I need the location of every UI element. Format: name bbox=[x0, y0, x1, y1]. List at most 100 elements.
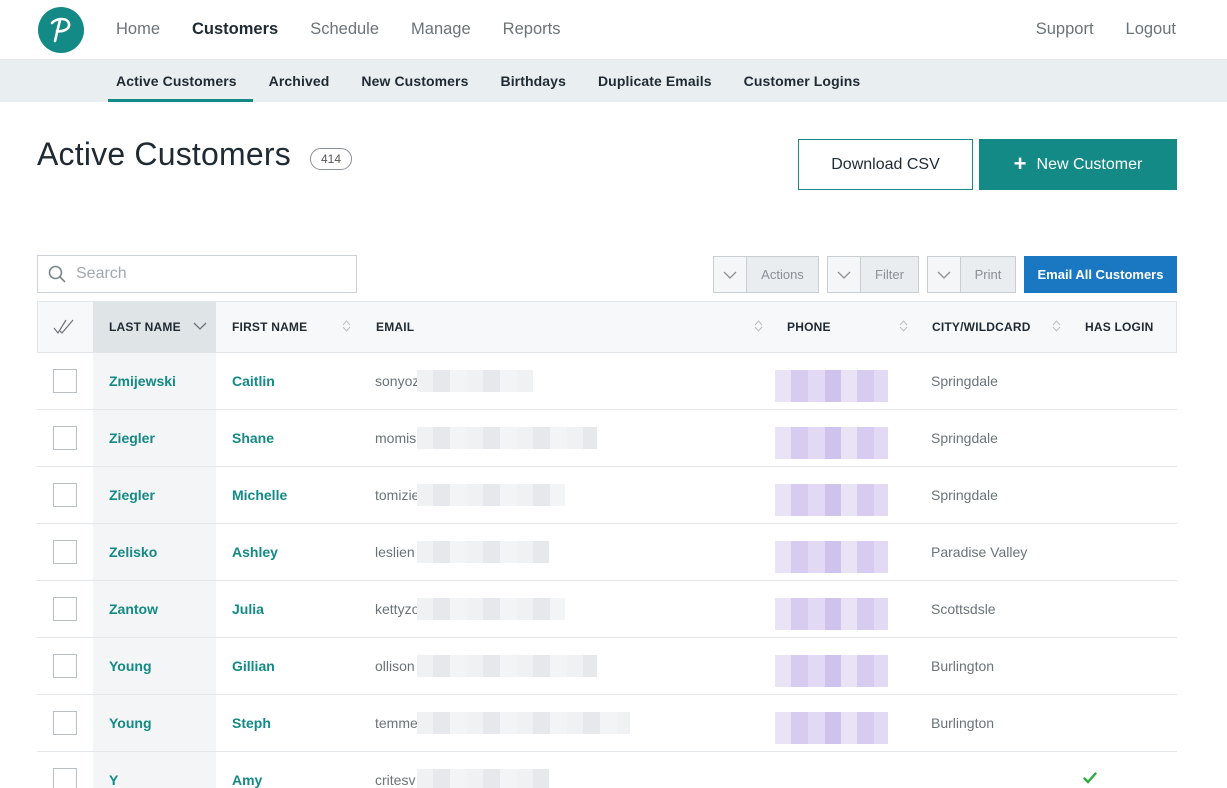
redacted-email bbox=[417, 712, 630, 734]
download-csv-button[interactable]: Download CSV bbox=[798, 139, 973, 190]
column-label: HAS LOGIN bbox=[1085, 320, 1154, 334]
search-icon bbox=[48, 265, 66, 283]
row-checkbox[interactable] bbox=[53, 711, 77, 735]
top-navigation: Home Customers Schedule Manage Reports S… bbox=[0, 0, 1227, 60]
first-name-link[interactable]: Ashley bbox=[232, 524, 278, 580]
sort-icon bbox=[1052, 320, 1061, 332]
email-cell: leslien bbox=[375, 544, 415, 560]
nav-support[interactable]: Support bbox=[1036, 20, 1094, 39]
nav-home[interactable]: Home bbox=[116, 20, 160, 39]
nav-schedule[interactable]: Schedule bbox=[310, 20, 379, 39]
column-header-phone[interactable]: PHONE bbox=[787, 302, 915, 352]
chevron-down-icon bbox=[928, 257, 961, 292]
nav-logout[interactable]: Logout bbox=[1126, 20, 1176, 39]
email-cell: tomizie bbox=[375, 487, 420, 503]
last-name-link[interactable]: Zelisko bbox=[109, 524, 157, 580]
first-name-link[interactable]: Michelle bbox=[232, 467, 287, 523]
nav-manage[interactable]: Manage bbox=[411, 20, 471, 39]
table-body: Zmijewski Caitlin sonyoz Springdale Zieg… bbox=[37, 353, 1177, 788]
column-header-city[interactable]: CITY/WILDCARD bbox=[932, 302, 1067, 352]
email-cell: sonyoz bbox=[375, 373, 420, 389]
email-cell: critesv bbox=[375, 772, 416, 788]
row-checkbox[interactable] bbox=[53, 654, 77, 678]
table-row: Y Amy critesv bbox=[37, 752, 1177, 788]
new-customer-button[interactable]: + New Customer bbox=[979, 139, 1177, 190]
city-cell: Scottsdsle bbox=[931, 601, 996, 617]
page-title: Active Customers bbox=[37, 136, 291, 172]
column-label: EMAIL bbox=[376, 320, 415, 334]
print-dropdown[interactable]: Print bbox=[927, 256, 1016, 293]
sort-icon bbox=[342, 320, 351, 332]
redacted-phone bbox=[775, 598, 888, 630]
column-header-has-login[interactable]: HAS LOGIN bbox=[1085, 302, 1175, 352]
row-checkbox[interactable] bbox=[53, 483, 77, 507]
last-name-link[interactable]: Young bbox=[109, 638, 152, 694]
table-row: Young Gillian ollison Burlington bbox=[37, 638, 1177, 695]
actions-dropdown[interactable]: Actions bbox=[713, 256, 819, 293]
search-box bbox=[37, 255, 357, 293]
city-cell: Burlington bbox=[931, 715, 995, 731]
row-checkbox[interactable] bbox=[53, 426, 77, 450]
last-name-link[interactable]: Young bbox=[109, 695, 152, 751]
last-name-link[interactable]: Y bbox=[109, 752, 118, 788]
last-name-link[interactable]: Zmijewski bbox=[109, 353, 176, 409]
table-row: Zmijewski Caitlin sonyoz Springdale bbox=[37, 353, 1177, 410]
last-name-link[interactable]: Ziegler bbox=[109, 467, 155, 523]
check-icon bbox=[1083, 772, 1097, 784]
email-cell: momis bbox=[375, 430, 417, 446]
first-name-link[interactable]: Amy bbox=[232, 752, 262, 788]
tab-duplicate-emails[interactable]: Duplicate Emails bbox=[582, 60, 728, 102]
email-cell: temme bbox=[375, 715, 418, 731]
redacted-email bbox=[417, 769, 549, 788]
city-cell: Springdale bbox=[931, 373, 998, 389]
tab-birthdays[interactable]: Birthdays bbox=[484, 60, 581, 102]
city-cell: Springdale bbox=[931, 487, 998, 503]
select-all-icon[interactable] bbox=[53, 302, 93, 352]
tab-new-customers[interactable]: New Customers bbox=[345, 60, 484, 102]
email-cell: ollison bbox=[375, 658, 415, 674]
first-name-link[interactable]: Caitlin bbox=[232, 353, 275, 409]
email-all-customers-button[interactable]: Email All Customers bbox=[1024, 256, 1177, 293]
first-name-link[interactable]: Gillian bbox=[232, 638, 275, 694]
column-header-last-name[interactable]: LAST NAME bbox=[93, 302, 216, 352]
row-checkbox[interactable] bbox=[53, 597, 77, 621]
redacted-phone bbox=[775, 427, 888, 459]
redacted-phone bbox=[775, 655, 888, 687]
last-name-link[interactable]: Ziegler bbox=[109, 410, 155, 466]
tab-archived[interactable]: Archived bbox=[253, 60, 346, 102]
table-row: Young Steph temme Burlington bbox=[37, 695, 1177, 752]
redacted-email bbox=[417, 541, 549, 563]
tab-active-customers[interactable]: Active Customers bbox=[108, 60, 253, 102]
row-checkbox[interactable] bbox=[53, 369, 77, 393]
first-name-link[interactable]: Shane bbox=[232, 410, 274, 466]
first-name-link[interactable]: Steph bbox=[232, 695, 271, 751]
row-checkbox[interactable] bbox=[53, 768, 77, 788]
secondary-nav: Support Logout bbox=[1036, 0, 1176, 58]
last-name-link[interactable]: Zantow bbox=[109, 581, 158, 637]
actions-label: Actions bbox=[761, 267, 804, 282]
sort-icon bbox=[754, 320, 763, 332]
brand-logo-icon[interactable] bbox=[38, 7, 84, 53]
redacted-phone bbox=[775, 484, 888, 516]
table-header: LAST NAME FIRST NAME EMAIL PHONE CITY/WI… bbox=[37, 301, 1177, 353]
chevron-down-icon bbox=[714, 257, 747, 292]
email-cell: kettyzo bbox=[375, 601, 420, 617]
column-label: FIRST NAME bbox=[232, 320, 308, 334]
nav-customers[interactable]: Customers bbox=[192, 20, 278, 39]
nav-reports[interactable]: Reports bbox=[503, 20, 561, 39]
city-cell: Springdale bbox=[931, 430, 998, 446]
filter-dropdown[interactable]: Filter bbox=[827, 256, 919, 293]
column-label: CITY/WILDCARD bbox=[932, 320, 1031, 334]
tab-customer-logins[interactable]: Customer Logins bbox=[728, 60, 877, 102]
table-row: Zelisko Ashley leslien Paradise Valley bbox=[37, 524, 1177, 581]
column-label: LAST NAME bbox=[109, 320, 181, 334]
column-header-first-name[interactable]: FIRST NAME bbox=[217, 302, 357, 352]
row-checkbox[interactable] bbox=[53, 540, 77, 564]
search-input[interactable] bbox=[76, 265, 336, 283]
column-header-email[interactable]: EMAIL bbox=[376, 302, 766, 352]
first-name-link[interactable]: Julia bbox=[232, 581, 264, 637]
new-customer-label: New Customer bbox=[1036, 155, 1143, 173]
customers-table: LAST NAME FIRST NAME EMAIL PHONE CITY/WI… bbox=[37, 301, 1177, 788]
redacted-phone bbox=[775, 370, 888, 402]
city-cell: Paradise Valley bbox=[931, 544, 1028, 560]
